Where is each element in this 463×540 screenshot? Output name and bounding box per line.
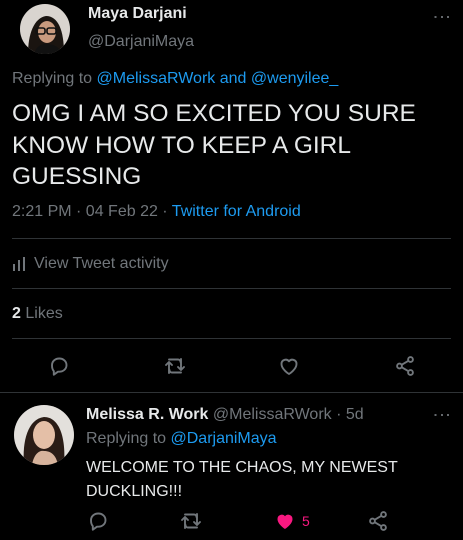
reply-author-handle[interactable]: @MelissaRWork (213, 406, 332, 423)
activity-chart-icon (12, 257, 26, 271)
reply-icon[interactable] (47, 354, 71, 378)
avatar[interactable] (20, 4, 70, 54)
reply-replying-to: Replying to @DarjaniMaya (86, 430, 277, 448)
reply-handle-link[interactable]: @wenyilee_ (251, 70, 338, 87)
reply-age[interactable]: · 5d (336, 406, 364, 423)
likes-stat[interactable]: 2 Likes (12, 305, 63, 323)
retweet-icon[interactable] (179, 509, 203, 533)
view-activity-label: View Tweet activity (34, 255, 169, 272)
divider (12, 288, 451, 289)
replying-to-line: Replying to @MelissaRWork and @wenyilee_ (12, 70, 338, 88)
more-options-icon[interactable]: ⋮ (432, 406, 452, 424)
reply-and-label: and (219, 70, 247, 87)
author-name[interactable]: Maya Darjani (88, 5, 187, 23)
tweet-timestamp[interactable]: 2:21 PM · 04 Feb 22 · (12, 203, 168, 220)
view-activity-button[interactable]: View Tweet activity (12, 255, 169, 273)
reply-handle-link[interactable]: @DarjaniMaya (171, 430, 277, 447)
liked-heart-icon[interactable] (273, 509, 297, 533)
reply-text: WELCOME TO THE CHAOS, MY NEWEST DUCKLING… (86, 459, 398, 500)
reply-handle-link[interactable]: @MelissaRWork (97, 70, 216, 87)
reply-author-line: Melissa R. Work @MelissaRWork · 5d (86, 406, 364, 424)
author-handle[interactable]: @DarjaniMaya (88, 33, 194, 51)
share-icon[interactable] (366, 509, 390, 533)
divider (12, 238, 451, 239)
replying-to-label: Replying to (12, 70, 93, 87)
tweet-text: OMG I AM SO EXCITED YOU SURE KNOW HOW TO… (12, 100, 416, 190)
like-icon[interactable] (277, 354, 301, 378)
likes-count: 2 (12, 305, 21, 322)
reply-author-name[interactable]: Melissa R. Work (86, 406, 208, 423)
avatar[interactable] (14, 405, 74, 465)
likes-label: Likes (25, 305, 63, 322)
divider (12, 338, 451, 339)
retweet-icon[interactable] (163, 354, 187, 378)
divider (0, 392, 463, 393)
tweet-meta: 2:21 PM · 04 Feb 22 · Twitter for Androi… (12, 203, 301, 221)
like-count: 5 (302, 513, 310, 529)
replying-to-label: Replying to (86, 430, 167, 447)
tweet-source-link[interactable]: Twitter for Android (172, 203, 301, 220)
more-options-icon[interactable]: ⋮ (432, 8, 452, 26)
reply-icon[interactable] (86, 509, 110, 533)
share-icon[interactable] (393, 354, 417, 378)
